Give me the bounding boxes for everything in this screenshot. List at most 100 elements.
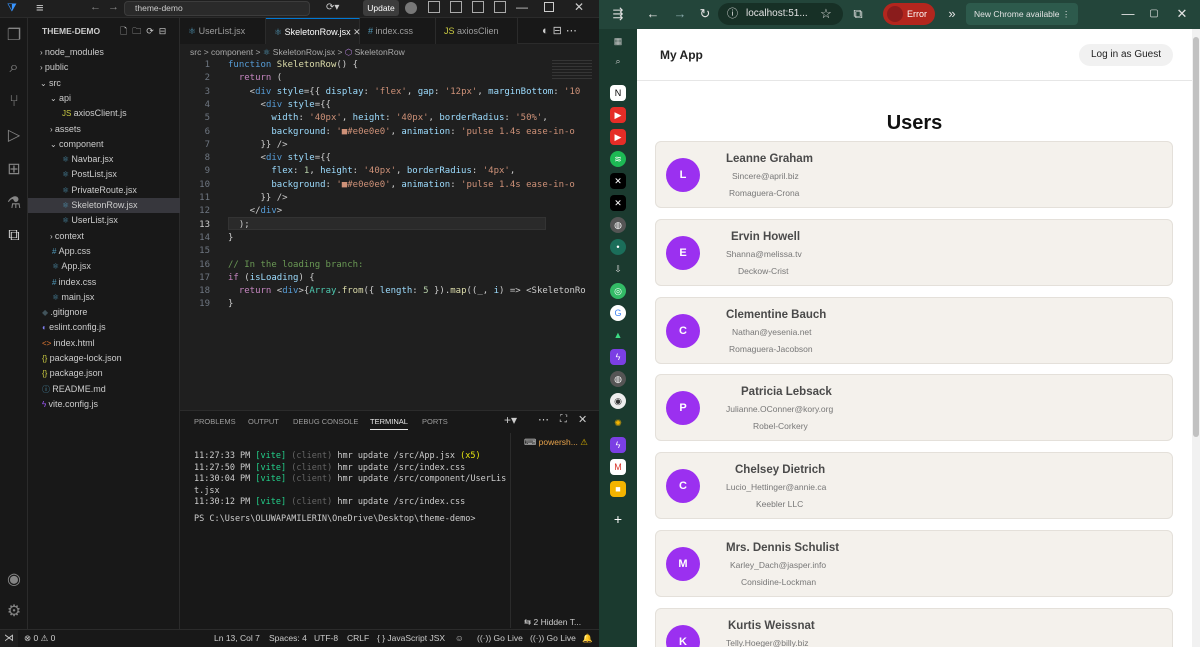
code-line[interactable]: <div style={{ [228,99,598,112]
tree-file[interactable]: ⚛ main.jsx [28,290,180,305]
new-terminal-icon[interactable]: +▾ [504,413,517,427]
minimize-icon[interactable]: — [516,0,528,14]
tree-file[interactable]: JS axiosClient.js [28,106,180,121]
explorer-icon[interactable]: ❐ [4,26,24,46]
user-card[interactable]: C Clementine Bauch Nathan@yesenia.net Romag… [655,296,1173,364]
panel-tab-debug-console[interactable]: DEBUG CONSOLE [293,417,358,426]
user-card[interactable]: M Mrs. Dennis Schulist Karley_Dach@jasper.… [655,530,1173,597]
tree-file[interactable]: ⚛ PrivateRoute.jsx [28,183,180,198]
tree-folder[interactable]: › context [28,229,180,244]
extensions-puzzle-icon[interactable]: ⧉ [849,5,867,23]
code-line[interactable]: </div> [228,205,598,218]
reload-icon[interactable]: ↻ [696,5,714,23]
youtube-icon[interactable]: ▶ [610,107,626,123]
copilot-icon[interactable]: ⟳▾ [326,2,339,13]
remote-explorer-icon[interactable]: ⧉ [4,226,24,246]
line-ending[interactable]: CRLF [347,633,369,643]
terminal-prompt[interactable]: PS C:\Users\OLUWAPAMILERIN\OneDrive\Desk… [194,514,475,526]
tree-file[interactable]: ⚛ App.jsx [28,259,180,274]
code-line[interactable]: background: '■#e0e0e0', animation: 'puls… [228,126,598,139]
tree-folder[interactable]: › public [28,60,180,75]
tab-axiosclient[interactable]: JS axiosClien [436,18,518,44]
layout-secondary-icon[interactable] [472,1,484,13]
code-line[interactable]: <div style={{ display: 'flex', gap: '12p… [228,86,598,99]
code-line[interactable]: ); [228,219,598,232]
search-icon[interactable]: ⌕ [4,58,24,78]
page-scrollbar[interactable] [1192,29,1200,647]
go-live-button[interactable]: ((·)) Go Live [477,633,523,643]
notifications-icon[interactable]: 🔔 [582,633,593,644]
site-icon-2[interactable]: ◎ [610,283,626,299]
minimap[interactable] [552,60,592,80]
account-icon[interactable]: ◉ [4,570,24,590]
panel-tab-terminal[interactable]: TERMINAL [370,417,408,430]
code-line[interactable]: <div style={{ [228,152,598,165]
tree-folder[interactable]: ⌄ component [28,137,180,152]
source-control-icon[interactable]: ⑂ [4,92,24,112]
terminal-output[interactable]: 11:27:33 PM [vite] (client) hmr update /… [180,451,508,571]
tree-folder[interactable]: ⌄ api [28,91,180,106]
tree-file[interactable]: {} package-lock.json [28,351,180,366]
close-window-icon[interactable]: ✕ [574,0,584,14]
gmail-icon[interactable]: M [610,459,626,475]
tree-file[interactable]: {} package.json [28,366,180,381]
user-card[interactable]: C Chelsey Dietrich Lucio_Hettinger@annie.c… [655,452,1173,520]
cursor-position[interactable]: Ln 13, Col 7 [214,633,260,643]
user-card[interactable]: E Ervin Howell Shanna@melissa.tv Deckow-Cri… [655,218,1173,286]
update-button[interactable]: Update [363,0,399,16]
code-line[interactable]: background: '■#e0e0e0', animation: 'puls… [228,179,598,192]
download-icon[interactable]: ⇩ [610,261,626,277]
user-card[interactable]: L Leanne Graham Sincere@april.biz Romaguera… [655,141,1173,208]
problems-indicator[interactable]: ⊗ 0 ⚠ 0 [24,633,55,644]
code-line[interactable]: }} /> [228,139,598,152]
side-panel-icon[interactable]: ⇶ [609,5,627,23]
back-icon[interactable]: ← [644,5,662,23]
command-center-search[interactable]: theme-demo [124,1,310,16]
tab-grid-icon[interactable]: ▦ [610,33,626,49]
tree-folder[interactable]: ⌄ src [28,76,180,91]
code-line[interactable]: // In the loading branch: [228,259,598,272]
account-avatar[interactable] [405,2,417,14]
copilot-status-icon[interactable]: ☺ [455,633,464,643]
explorer-actions[interactable]: 🗋🗀⟳⊟ [120,24,171,40]
customize-layout-icon[interactable] [494,1,506,13]
code-line[interactable]: if (isLoading) { [228,272,598,285]
site-info-icon[interactable]: ⓘ [727,3,738,25]
tree-file[interactable]: ⚛ Navbar.jsx [28,152,180,167]
forward-arrow-icon[interactable]: → [108,1,119,13]
tree-file[interactable]: # index.css [28,275,180,290]
bookmark-star-icon[interactable]: ☆ [817,5,835,23]
globe-icon[interactable]: ◍ [610,217,626,233]
code-line[interactable]: return <div>{Array.from({ length: 5 }).m… [228,285,598,298]
layout-panel-icon[interactable] [428,1,440,13]
code-line[interactable]: }} /> [228,192,598,205]
tab-index-css[interactable]: # index.css [360,18,436,44]
profile-error-button[interactable]: Error [883,3,935,25]
bolt-icon[interactable]: ϟ [610,349,626,365]
bolt-icon-2[interactable]: ϟ [610,437,626,453]
layout-sidebar-icon[interactable] [450,1,462,13]
site-icon[interactable]: • [610,239,626,255]
run-debug-icon[interactable]: ▷ [4,126,24,146]
chrome-close-icon[interactable]: ✕ [1173,5,1191,23]
back-arrow-icon[interactable]: ← [90,1,101,13]
panel-tab-ports[interactable]: PORTS [422,417,448,426]
close-panel-icon[interactable]: ✕ [578,413,587,426]
notion-icon[interactable]: N [610,85,626,101]
remote-indicator-icon[interactable]: ⋊ [0,630,18,647]
code-line[interactable]: return ( [228,72,598,85]
android-icon[interactable]: ▲ [610,327,626,343]
tree-file[interactable]: ϟ vite.config.js [28,397,180,412]
x-icon[interactable]: ✕ [610,173,626,189]
tree-file[interactable]: ◆ .gitignore [28,305,180,320]
menu-icon[interactable]: ≡ [36,1,44,15]
more-actions-icon[interactable]: ⋯ [538,413,549,426]
login-guest-button[interactable]: Log in as Guest [1079,44,1173,66]
maximize-panel-icon[interactable]: ⛶ [560,414,567,425]
new-chrome-available-button[interactable]: New Chrome available ⋮ [966,3,1078,25]
scrollbar-thumb[interactable] [1193,37,1199,437]
tree-file[interactable]: ⚛ PostList.jsx [28,167,180,182]
code-line[interactable]: flex: 1, height: '40px', borderRadius: '… [228,165,598,178]
testing-icon[interactable]: ⚗ [4,194,24,214]
spark-icon[interactable]: ✺ [610,415,626,431]
